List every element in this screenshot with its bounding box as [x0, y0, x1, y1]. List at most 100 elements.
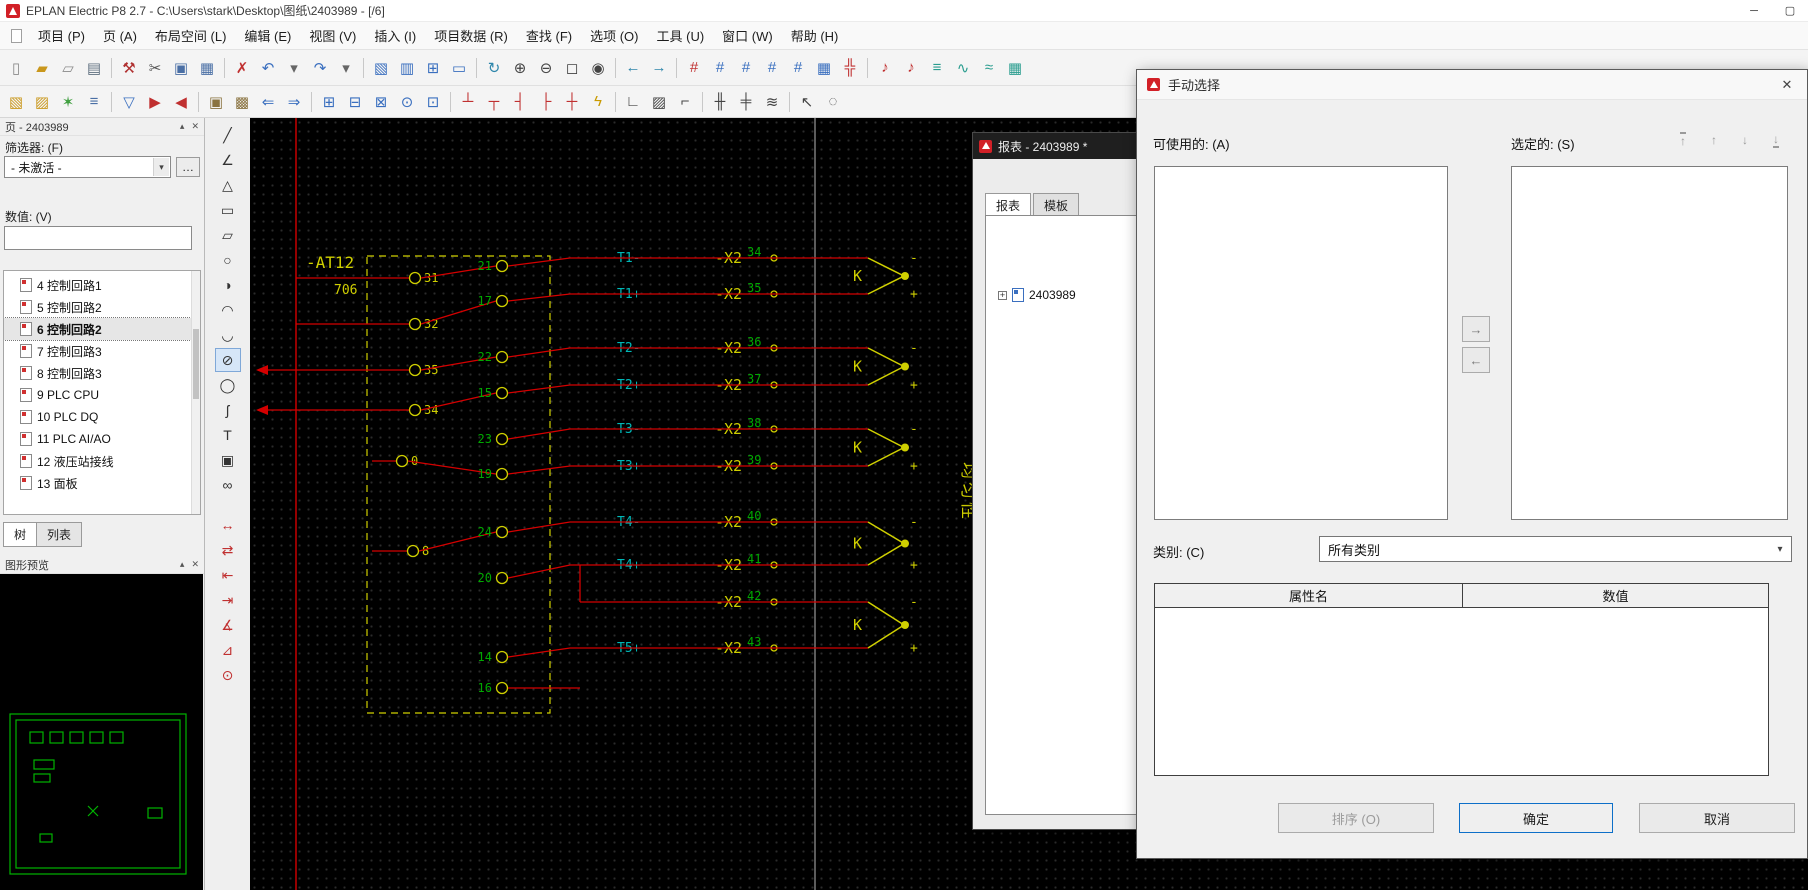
close-project-icon[interactable]: ▱: [56, 56, 80, 80]
filter-browse-button[interactable]: …: [176, 157, 200, 177]
menu-item-utilities[interactable]: 工具 (U): [648, 22, 714, 49]
menu-item-help[interactable]: 帮助 (H): [782, 22, 848, 49]
page-item[interactable]: 9 PLC CPU: [4, 384, 191, 406]
menu-item-project-data[interactable]: 项目数据 (R): [425, 22, 517, 49]
tree-scrollbar-thumb[interactable]: [193, 329, 199, 399]
menu-item-project[interactable]: 项目 (P): [29, 22, 94, 49]
arc-center-icon[interactable]: ◡: [215, 323, 241, 347]
rectangle-diagonal-icon[interactable]: ▱: [215, 223, 241, 247]
redraw-icon[interactable]: ↻: [482, 56, 506, 80]
report-table-icon[interactable]: ▦: [1003, 56, 1027, 80]
next-page-icon[interactable]: ⇒: [282, 90, 306, 114]
grid-2-icon[interactable]: #: [708, 56, 732, 80]
spline-icon[interactable]: ʃ: [215, 398, 241, 422]
t-node-down-icon[interactable]: ┬: [482, 90, 506, 114]
page-back-icon[interactable]: ←: [621, 56, 645, 80]
potential-equal-icon[interactable]: ≡: [925, 56, 949, 80]
line-icon[interactable]: ╱: [215, 123, 241, 147]
arc-3point-icon[interactable]: ◠: [215, 298, 241, 322]
assign-format-icon[interactable]: ▩: [230, 90, 254, 114]
connection-wave-icon[interactable]: ∿: [951, 56, 975, 80]
tree-scrollbar[interactable]: [191, 271, 200, 514]
angle-tool-icon[interactable]: ∟: [621, 90, 645, 114]
distribute-icon[interactable]: ≋: [760, 90, 784, 114]
image-icon[interactable]: ▣: [215, 448, 241, 472]
hyperlink-icon[interactable]: ∞: [215, 473, 241, 497]
grid-1-icon[interactable]: #: [682, 56, 706, 80]
snap-toggle-icon[interactable]: ╬: [838, 56, 862, 80]
jump-insert-1-icon[interactable]: ♪: [873, 56, 897, 80]
sort-button[interactable]: 排序 (O): [1278, 803, 1434, 833]
circle-icon[interactable]: ○: [215, 248, 241, 272]
page-macro-icon[interactable]: ▧: [4, 90, 28, 114]
insert-busbar-icon[interactable]: ⊙: [395, 90, 419, 114]
menu-item-view[interactable]: 视图 (V): [300, 22, 365, 49]
ok-button[interactable]: 确定: [1459, 803, 1613, 833]
undo-list-icon[interactable]: ▾: [282, 56, 306, 80]
dim-continued-icon[interactable]: ⇥: [215, 588, 241, 612]
connection-sym-icon[interactable]: ≈: [977, 56, 1001, 80]
chevron-down-icon[interactable]: ▾: [153, 158, 169, 176]
page-item[interactable]: 5 控制回路2: [4, 296, 191, 318]
move-up-button[interactable]: ↑: [1701, 130, 1727, 150]
polyline-icon[interactable]: ∠: [215, 148, 241, 172]
grid-3-icon[interactable]: #: [734, 56, 758, 80]
goto-counterpart-icon[interactable]: ◀: [169, 90, 193, 114]
chevron-down-icon[interactable]: ▾: [1770, 538, 1790, 560]
potential-point-icon[interactable]: ϟ: [586, 90, 610, 114]
t-node-up-icon[interactable]: ┴: [456, 90, 480, 114]
align-vertical-icon[interactable]: ╫: [708, 90, 732, 114]
insert-terminal-icon[interactable]: ⊟: [343, 90, 367, 114]
redo-list-icon[interactable]: ▾: [334, 56, 358, 80]
hatch-icon[interactable]: ▨: [647, 90, 671, 114]
page-item[interactable]: 4 控制回路1: [4, 274, 191, 296]
window-macro-icon[interactable]: ▨: [30, 90, 54, 114]
menu-item-window[interactable]: 窗口 (W): [713, 22, 782, 49]
column-header-property[interactable]: 属性名: [1155, 584, 1463, 608]
copy-format-icon[interactable]: ▣: [204, 90, 228, 114]
delete-icon[interactable]: ✗: [230, 56, 254, 80]
tab-tree[interactable]: 树: [3, 522, 37, 547]
zoom-out-icon[interactable]: ⊖: [534, 56, 558, 80]
dim-baseline-icon[interactable]: ⇤: [215, 563, 241, 587]
new-icon[interactable]: ▯: [4, 56, 28, 80]
symbol-select-icon[interactable]: ✶: [56, 90, 80, 114]
grid-toggle-icon[interactable]: ▦: [812, 56, 836, 80]
circle-slash-icon[interactable]: ⊘: [215, 348, 241, 372]
text-icon[interactable]: T: [215, 423, 241, 447]
menu-item-edit[interactable]: 编辑 (E): [235, 22, 300, 49]
ellipse-icon[interactable]: ◯: [215, 373, 241, 397]
align-horizontal-icon[interactable]: ╪: [734, 90, 758, 114]
insert-plc-icon[interactable]: ⊡: [421, 90, 445, 114]
connection-point-icon[interactable]: ┼: [560, 90, 584, 114]
insert-cable-icon[interactable]: ⊠: [369, 90, 393, 114]
redo-icon[interactable]: ↷: [308, 56, 332, 80]
page-item[interactable]: 6 控制回路2: [4, 318, 191, 340]
copy-icon[interactable]: ▣: [169, 56, 193, 80]
select-cursor-icon[interactable]: ↖: [795, 90, 819, 114]
move-last-button[interactable]: ↓: [1763, 130, 1789, 150]
undo-icon[interactable]: ↶: [256, 56, 280, 80]
filter-icon[interactable]: ▽: [117, 90, 141, 114]
dim-angle-icon[interactable]: ∡: [215, 613, 241, 637]
page-item[interactable]: 13 面板: [4, 472, 191, 494]
dim-linear-icon[interactable]: ↔: [215, 513, 241, 537]
tab-list[interactable]: 列表: [36, 522, 82, 547]
cut-icon[interactable]: ✂: [143, 56, 167, 80]
transfer-right-button[interactable]: →: [1462, 316, 1490, 342]
previous-page-icon[interactable]: ⇐: [256, 90, 280, 114]
paste-icon[interactable]: ▦: [195, 56, 219, 80]
cancel-button[interactable]: 取消: [1639, 803, 1795, 833]
selection-dialog-titlebar[interactable]: 手动选择: [1137, 70, 1807, 100]
layout-space-window-icon[interactable]: ▧: [369, 56, 393, 80]
t-node-left-icon[interactable]: ┤: [508, 90, 532, 114]
goto-page-icon[interactable]: ▶: [143, 90, 167, 114]
page-item[interactable]: 7 控制回路3: [4, 340, 191, 362]
menu-item-options[interactable]: 选项 (O): [581, 22, 647, 49]
monitor-icon[interactable]: ▭: [447, 56, 471, 80]
available-listbox[interactable]: [1154, 166, 1448, 520]
transfer-left-button[interactable]: ←: [1462, 347, 1490, 373]
circle-segment-icon[interactable]: ◑: [215, 273, 241, 297]
category-combobox[interactable]: 所有类别 ▾: [1319, 536, 1792, 562]
menu-item-layout-space[interactable]: 布局空间 (L): [146, 22, 236, 49]
